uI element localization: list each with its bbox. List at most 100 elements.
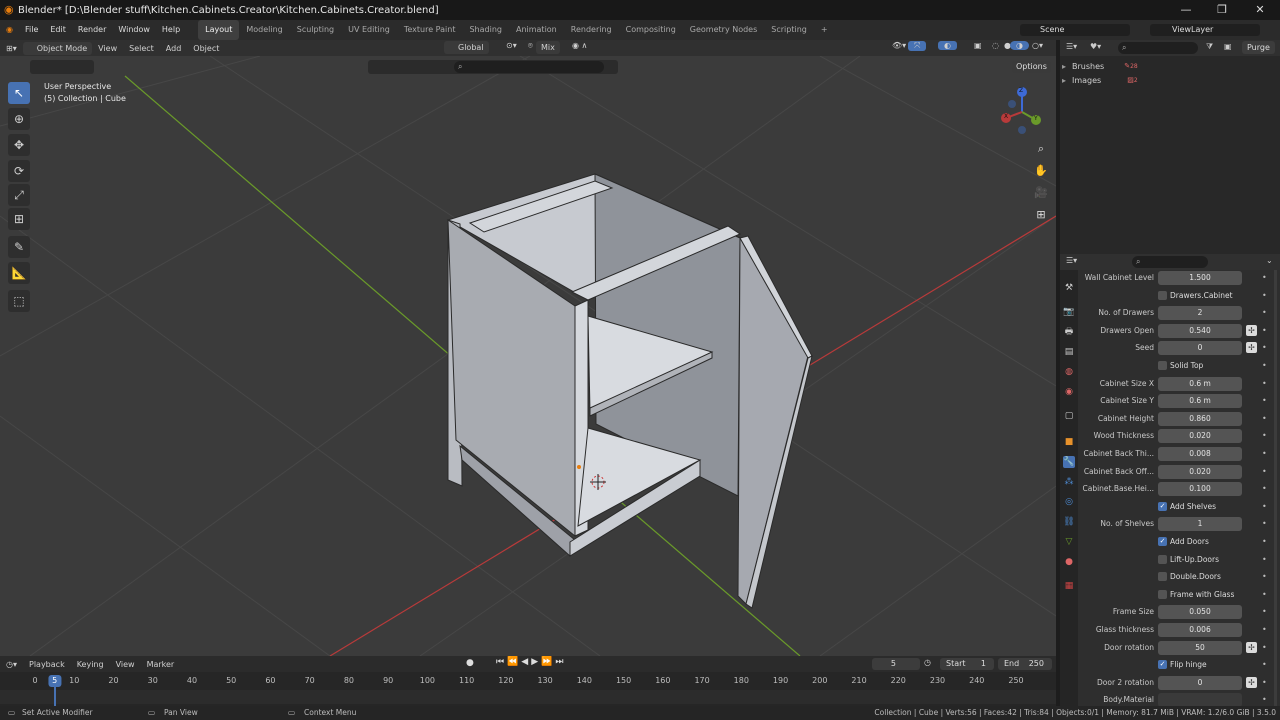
- orientation-dropdown[interactable]: Global: [444, 41, 489, 54]
- ortho-grid-icon[interactable]: ⊞: [1032, 206, 1050, 224]
- menu-marker[interactable]: Marker: [141, 660, 181, 669]
- property-value-field[interactable]: 50: [1158, 640, 1242, 655]
- display-mode-icon[interactable]: ♥▾: [1090, 42, 1101, 51]
- keyframe-dot-icon[interactable]: •: [1262, 657, 1267, 673]
- editor-type-icon[interactable]: ⊞▾: [0, 44, 23, 53]
- keyframe-dot-icon[interactable]: •: [1262, 288, 1267, 304]
- viewport-filter-bar[interactable]: ⌕: [368, 60, 618, 74]
- keyframe-dot-icon[interactable]: •: [1262, 358, 1267, 374]
- property-value-field[interactable]: 1.500: [1158, 271, 1242, 285]
- menu-object[interactable]: Object: [187, 44, 225, 53]
- cursor-tool-icon[interactable]: ⊕: [8, 108, 30, 130]
- list-item[interactable]: ▸ Images ▨ 2: [1062, 73, 1138, 87]
- rendered-shading-icon[interactable]: ○▾: [1026, 41, 1049, 50]
- property-value-field[interactable]: 0.020: [1158, 464, 1242, 479]
- keyframe-dot-icon[interactable]: •: [1262, 340, 1267, 356]
- snap-dropdown[interactable]: Mix: [536, 41, 560, 54]
- selection-mode-buttons[interactable]: [30, 60, 94, 74]
- keyframe-dot-icon[interactable]: •: [1262, 270, 1267, 286]
- tab-shading[interactable]: Shading: [462, 20, 509, 40]
- select-box-tool-icon[interactable]: ↖: [8, 82, 30, 104]
- driver-icon[interactable]: ✢: [1246, 676, 1257, 688]
- menu-view[interactable]: View: [92, 44, 123, 53]
- property-value-field[interactable]: 0.006: [1158, 623, 1242, 637]
- expand-arrow-icon[interactable]: ▸: [1062, 62, 1072, 71]
- texture-tab-icon[interactable]: ▦: [1063, 580, 1075, 592]
- move-tool-icon[interactable]: ✥: [8, 134, 30, 156]
- keyframe-dot-icon[interactable]: •: [1262, 376, 1267, 392]
- tab-rendering[interactable]: Rendering: [564, 20, 619, 40]
- blender-menu-icon[interactable]: ◉: [0, 20, 19, 40]
- property-checkbox[interactable]: [1158, 361, 1167, 370]
- property-value-field[interactable]: 0.540: [1158, 323, 1242, 338]
- tool-tab-icon[interactable]: ⚒: [1063, 282, 1075, 294]
- add-workspace-button[interactable]: +: [814, 20, 835, 40]
- 3d-viewport[interactable]: User Perspective (5) Collection | Cube ⌕…: [0, 56, 1056, 656]
- timeline[interactable]: 0 10 20 30 40 50 60 70 80 90 100 110 120 130 140 150 160…: [0, 672, 1056, 706]
- property-value-field[interactable]: 1: [1158, 517, 1242, 532]
- view-layer-tab-icon[interactable]: ▤: [1063, 346, 1075, 358]
- collection-tab-icon[interactable]: ▢: [1063, 410, 1075, 422]
- camera-view-icon[interactable]: 🎥: [1032, 184, 1050, 202]
- end-frame-field[interactable]: End 250: [998, 658, 1052, 670]
- property-value-field[interactable]: 0: [1158, 341, 1242, 356]
- property-checkbox[interactable]: [1158, 572, 1167, 582]
- timeline-editor-icon[interactable]: ◷▾: [0, 660, 23, 669]
- particles-tab-icon[interactable]: ⁂: [1063, 476, 1075, 488]
- scene-selector[interactable]: Scene: [1020, 24, 1130, 36]
- keyframe-dot-icon[interactable]: •: [1262, 305, 1267, 321]
- output-tab-icon[interactable]: 🖶: [1063, 326, 1075, 338]
- tab-sculpting[interactable]: Sculpting: [290, 20, 341, 40]
- list-item[interactable]: ▸ Brushes ✎ 28: [1062, 59, 1138, 73]
- property-value-field[interactable]: 0.6 m: [1158, 394, 1242, 409]
- gizmo-toggle-icon[interactable]: ⤧: [908, 41, 927, 51]
- zoom-icon[interactable]: ⌕: [1032, 140, 1050, 158]
- timeline-track[interactable]: [0, 690, 1056, 704]
- menu-help[interactable]: Help: [156, 20, 186, 40]
- keyframe-dot-icon[interactable]: •: [1262, 534, 1267, 550]
- options-dropdown[interactable]: Options: [1012, 61, 1051, 73]
- scale-tool-icon[interactable]: ⤢: [8, 184, 30, 206]
- keyframe-dot-icon[interactable]: •: [1262, 464, 1267, 480]
- current-frame-field[interactable]: 5: [872, 658, 920, 670]
- tab-texture-paint[interactable]: Texture Paint: [397, 20, 463, 40]
- tab-animation[interactable]: Animation: [509, 20, 564, 40]
- physics-tab-icon[interactable]: ◎: [1063, 496, 1075, 508]
- viewport-search-icon[interactable]: ⌕: [454, 61, 604, 73]
- mode-dropdown[interactable]: Object Mode: [22, 41, 93, 55]
- property-checkbox[interactable]: ✓: [1158, 660, 1167, 670]
- constraints-tab-icon[interactable]: ⛓: [1063, 516, 1075, 528]
- keyframe-dot-icon[interactable]: •: [1262, 393, 1267, 409]
- purge-button[interactable]: Purge: [1242, 41, 1275, 54]
- transform-tool-icon[interactable]: ⊞: [8, 208, 30, 230]
- menu-window[interactable]: Window: [112, 20, 156, 40]
- outliner-search-icon[interactable]: ⌕: [1118, 42, 1198, 54]
- menu-timeline-view[interactable]: View: [110, 660, 141, 669]
- annotate-tool-icon[interactable]: ✎: [8, 236, 30, 258]
- property-value-field[interactable]: 0.100: [1158, 482, 1242, 497]
- xray-icon[interactable]: ▣: [968, 41, 988, 50]
- property-value-field[interactable]: 0.860: [1158, 411, 1242, 426]
- keyframe-dot-icon[interactable]: •: [1262, 481, 1267, 497]
- property-value-field[interactable]: 0: [1158, 675, 1242, 690]
- menu-playback[interactable]: Playback: [23, 660, 71, 669]
- record-icon[interactable]: ●: [466, 658, 474, 668]
- clock-icon[interactable]: ◷: [924, 658, 931, 667]
- keyframe-dot-icon[interactable]: •: [1262, 499, 1267, 515]
- material-tab-icon[interactable]: ●: [1063, 556, 1075, 568]
- menu-select[interactable]: Select: [123, 44, 160, 53]
- property-value-field[interactable]: 0.050: [1158, 605, 1242, 620]
- pivot-icon[interactable]: ⊙▾: [500, 41, 523, 50]
- keyframe-dot-icon[interactable]: •: [1262, 675, 1267, 691]
- property-checkbox[interactable]: [1158, 554, 1167, 564]
- measure-tool-icon[interactable]: 📐: [8, 262, 30, 284]
- menu-file[interactable]: File: [19, 20, 44, 40]
- keyframe-dot-icon[interactable]: •: [1262, 323, 1267, 339]
- keyframe-dot-icon[interactable]: •: [1262, 428, 1267, 444]
- pan-hand-icon[interactable]: ✋: [1032, 162, 1050, 180]
- driver-icon[interactable]: ✢: [1246, 324, 1257, 336]
- orphan-icon[interactable]: ▣: [1224, 42, 1232, 51]
- keyframe-dot-icon[interactable]: •: [1262, 640, 1267, 656]
- start-frame-field[interactable]: Start 1: [940, 658, 994, 670]
- world-tab-icon[interactable]: ◉: [1063, 386, 1075, 398]
